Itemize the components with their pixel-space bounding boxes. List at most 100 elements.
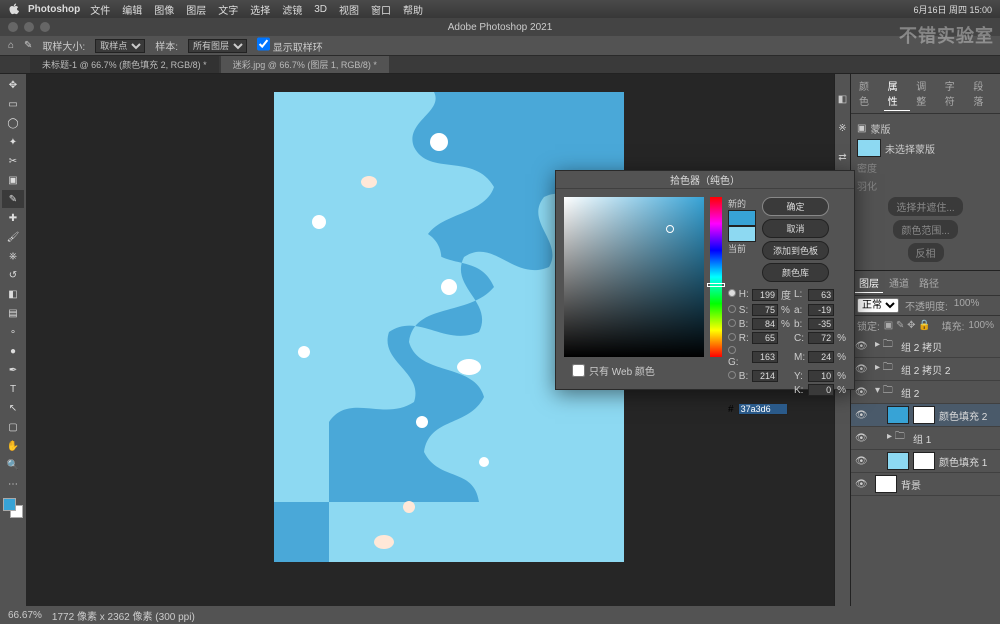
l-input[interactable] xyxy=(808,289,834,301)
crop-tool[interactable]: ✂ xyxy=(2,152,24,170)
m-input[interactable] xyxy=(808,351,834,363)
home-icon[interactable]: ⌂ xyxy=(8,40,14,51)
stamp-tool[interactable]: ⎈ xyxy=(2,247,24,265)
more-tools[interactable]: ⋯ xyxy=(2,475,24,493)
visibility-icon[interactable]: 👁 xyxy=(855,364,867,375)
menu-3d[interactable]: 3D xyxy=(314,4,327,15)
g-input[interactable] xyxy=(752,351,778,363)
hue-slider[interactable] xyxy=(710,197,722,357)
tab-layers[interactable]: 图层 xyxy=(855,273,883,293)
visibility-icon[interactable]: 👁 xyxy=(855,341,867,352)
heal-tool[interactable]: ✚ xyxy=(2,209,24,227)
pen-tool[interactable]: ✒ xyxy=(2,361,24,379)
b2-input[interactable] xyxy=(808,318,834,330)
bb-input[interactable] xyxy=(752,370,778,382)
layer-row[interactable]: 👁▸ 🗀组 2 拷贝 2 xyxy=(851,358,1000,381)
h-input[interactable] xyxy=(752,289,778,301)
type-tool[interactable]: T xyxy=(2,380,24,398)
c-input[interactable] xyxy=(808,332,834,344)
adjust-panel-icon[interactable]: ⇄ xyxy=(838,152,846,163)
menu-view[interactable]: 视图 xyxy=(339,2,359,17)
folder-icon: ▸ 🗀 xyxy=(875,337,897,355)
brush-tool[interactable]: 🖌 xyxy=(2,228,24,246)
path-tool[interactable]: ↖ xyxy=(2,399,24,417)
layer-row[interactable]: 👁颜色填充 2 xyxy=(851,404,1000,427)
invert-button[interactable]: 反相 xyxy=(908,243,944,262)
dodge-tool[interactable]: ● xyxy=(2,342,24,360)
menu-layer[interactable]: 图层 xyxy=(186,2,206,17)
tab-char[interactable]: 字符 xyxy=(941,76,968,111)
menu-window[interactable]: 窗口 xyxy=(371,2,391,17)
zoom-level[interactable]: 66.67% xyxy=(8,610,42,621)
menu-file[interactable]: 文件 xyxy=(90,2,110,17)
layer-row[interactable]: 👁▸ 🗀组 1 xyxy=(851,427,1000,450)
shape-tool[interactable]: ▢ xyxy=(2,418,24,436)
fill-value[interactable]: 100% xyxy=(968,320,994,331)
layer-row[interactable]: 👁▸ 🗀组 2 拷贝 xyxy=(851,335,1000,358)
zoom-tool[interactable]: 🔍 xyxy=(2,456,24,474)
ok-button[interactable]: 确定 xyxy=(762,197,829,216)
libraries-button[interactable]: 颜色库 xyxy=(762,263,829,282)
blur-tool[interactable]: ∘ xyxy=(2,323,24,341)
menu-help[interactable]: 帮助 xyxy=(403,2,423,17)
layer-row[interactable]: 👁颜色填充 1 xyxy=(851,450,1000,473)
tab-paths[interactable]: 路径 xyxy=(915,273,943,293)
blend-mode-select[interactable]: 正常 xyxy=(857,298,899,313)
show-ring-checkbox[interactable]: 显示取样环 xyxy=(257,37,323,54)
color-panel-icon[interactable]: ◧ xyxy=(838,94,847,105)
refine-button[interactable]: 选择并遮住... xyxy=(888,197,962,216)
tab-color[interactable]: 颜色 xyxy=(855,76,882,111)
hex-input[interactable] xyxy=(738,403,788,415)
cancel-button[interactable]: 取消 xyxy=(762,219,829,238)
visibility-icon[interactable]: 👁 xyxy=(855,433,867,444)
visibility-icon[interactable]: 👁 xyxy=(855,410,867,421)
color-picker-dialog[interactable]: 拾色器（纯色） 只有 Web 颜色 新的 当前 确定 取消 添加到色板 颜色库 xyxy=(555,170,855,390)
r-input[interactable] xyxy=(752,332,778,344)
move-tool[interactable]: ✥ xyxy=(2,76,24,94)
visibility-icon[interactable]: 👁 xyxy=(855,456,867,467)
k-input[interactable] xyxy=(808,384,834,396)
wand-tool[interactable]: ✦ xyxy=(2,133,24,151)
swatches-panel-icon[interactable]: ※ xyxy=(838,123,846,134)
eyedropper-tool[interactable]: ✎ xyxy=(2,190,24,208)
lock-icons[interactable]: ▣ ✎ ✥ 🔒 xyxy=(884,320,931,331)
doc-tab-2[interactable]: 迷彩.jpg @ 66.7% (图层 1, RGB/8) * xyxy=(221,56,389,73)
tab-channels[interactable]: 通道 xyxy=(885,273,913,293)
s-input[interactable] xyxy=(752,304,778,316)
frame-tool[interactable]: ▣ xyxy=(2,171,24,189)
tab-properties[interactable]: 属性 xyxy=(884,76,911,111)
menu-edit[interactable]: 编辑 xyxy=(122,2,142,17)
mask-thumb[interactable] xyxy=(857,139,881,157)
a-input[interactable] xyxy=(808,304,834,316)
menu-filter[interactable]: 滤镜 xyxy=(282,2,302,17)
marquee-tool[interactable]: ▭ xyxy=(2,95,24,113)
traffic-lights[interactable] xyxy=(8,22,50,32)
app-name: Photoshop xyxy=(28,4,80,15)
layer-row[interactable]: 👁▾ 🗀组 2 xyxy=(851,381,1000,404)
add-swatch-button[interactable]: 添加到色板 xyxy=(762,241,829,260)
menu-type[interactable]: 文字 xyxy=(218,2,238,17)
fg-bg-colors[interactable] xyxy=(3,498,23,518)
tab-adjust[interactable]: 调整 xyxy=(912,76,939,111)
y-input[interactable] xyxy=(808,370,834,382)
sample-select[interactable]: 所有图层 xyxy=(188,39,247,53)
b-input[interactable] xyxy=(752,318,778,330)
opacity-value[interactable]: 100% xyxy=(954,298,980,313)
sample-size-select[interactable]: 取样点 xyxy=(95,39,145,53)
saturation-value-box[interactable] xyxy=(564,197,704,357)
hand-tool[interactable]: ✋ xyxy=(2,437,24,455)
color-range-button[interactable]: 颜色范围... xyxy=(893,220,957,239)
tab-para[interactable]: 段落 xyxy=(969,76,996,111)
menu-image[interactable]: 图像 xyxy=(154,2,174,17)
eraser-tool[interactable]: ◧ xyxy=(2,285,24,303)
mask-thumb xyxy=(913,452,935,470)
visibility-icon[interactable]: 👁 xyxy=(855,387,867,398)
visibility-icon[interactable]: 👁 xyxy=(855,479,867,490)
lasso-tool[interactable]: ◯ xyxy=(2,114,24,132)
gradient-tool[interactable]: ▤ xyxy=(2,304,24,322)
doc-tab-1[interactable]: 未标题-1 @ 66.7% (颜色填充 2, RGB/8) * xyxy=(30,56,219,73)
menu-select[interactable]: 选择 xyxy=(250,2,270,17)
history-brush-tool[interactable]: ↺ xyxy=(2,266,24,284)
web-only-checkbox[interactable]: 只有 Web 颜色 xyxy=(572,363,704,378)
layer-row[interactable]: 👁背景 xyxy=(851,473,1000,496)
